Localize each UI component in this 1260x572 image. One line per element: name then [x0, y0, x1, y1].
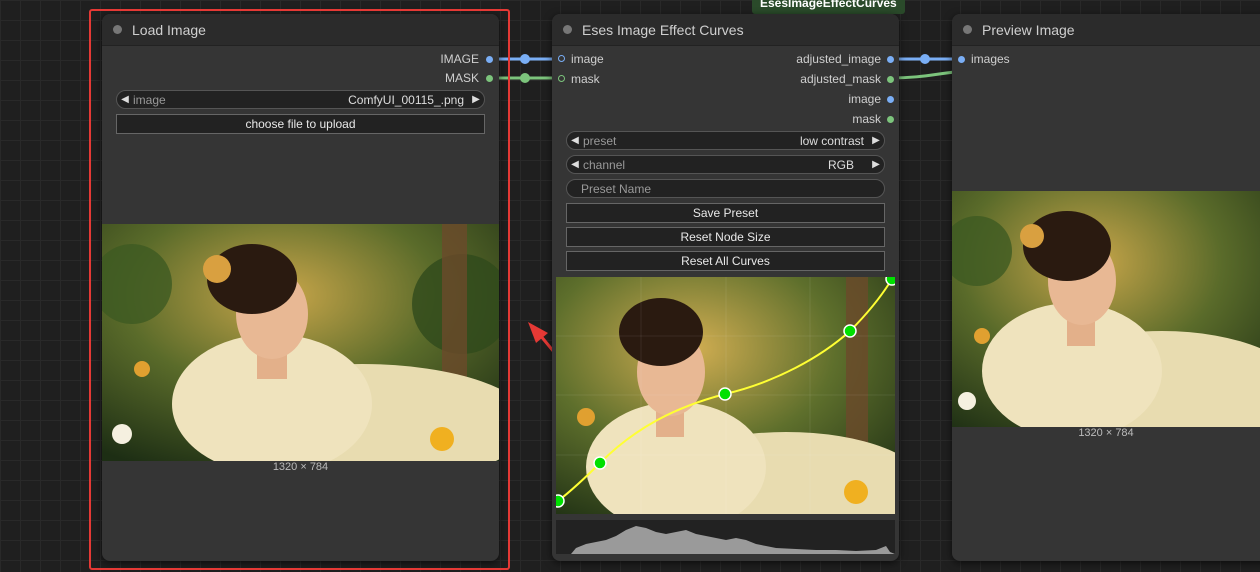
input-mask-label: mask [571, 72, 600, 86]
combo-left-arrow-icon[interactable]: ◀ [567, 159, 583, 170]
save-preset-button[interactable]: Save Preset [566, 203, 885, 223]
curve-point[interactable] [843, 324, 857, 338]
preview-image [952, 191, 1260, 427]
curve-point[interactable] [885, 277, 895, 286]
input-images-label: images [971, 52, 1010, 66]
channel-combo-widget[interactable]: ◀ channel RGB ▶ [566, 155, 885, 174]
preview-image-node[interactable]: Preview Image images 1320 × 784 [952, 14, 1260, 561]
output-image-socket[interactable] [887, 96, 894, 103]
output-adjusted-image-socket[interactable] [887, 56, 894, 63]
output-image-label: image [848, 92, 881, 106]
input-images-socket[interactable] [958, 56, 965, 63]
preview-link-midpoint[interactable] [920, 54, 930, 64]
group-label: EsesImageEffectCurves [752, 0, 905, 14]
output-adjusted-image-label: adjusted_image [796, 52, 881, 66]
histogram [556, 520, 895, 554]
curve-point[interactable] [593, 456, 607, 470]
preset-name-placeholder: Preset Name [581, 181, 652, 196]
input-image-socket[interactable] [558, 55, 565, 62]
collapse-dot-icon[interactable] [563, 25, 572, 34]
preset-combo-widget[interactable]: ◀ preset low contrast ▶ [566, 131, 885, 150]
node-title: Eses Image Effect Curves [582, 21, 744, 38]
reset-all-curves-button[interactable]: Reset All Curves [566, 251, 885, 271]
output-mask-socket[interactable] [887, 116, 894, 123]
combo-left-arrow-icon[interactable]: ◀ [567, 135, 583, 146]
widget-value: RGB [827, 157, 854, 172]
reset-node-size-button[interactable]: Reset Node Size [566, 227, 885, 247]
input-mask-socket[interactable] [558, 75, 565, 82]
input-image-label: image [571, 52, 604, 66]
preset-name-input[interactable]: Preset Name [566, 179, 885, 198]
curve-editor-canvas[interactable] [556, 277, 895, 514]
collapse-dot-icon[interactable] [963, 25, 972, 34]
combo-right-arrow-icon[interactable]: ▶ [868, 135, 884, 146]
selection-outline [89, 9, 510, 570]
output-adjusted-mask-socket[interactable] [887, 76, 894, 83]
curve-point[interactable] [556, 494, 565, 508]
image-link-midpoint[interactable] [520, 54, 530, 64]
image-dimensions: 1320 × 784 [1078, 427, 1134, 439]
mask-link-midpoint[interactable] [520, 73, 530, 83]
widget-label: channel [583, 157, 626, 172]
adjusted-mask-link[interactable] [889, 70, 956, 80]
output-mask-label: mask [852, 112, 881, 126]
widget-value: low contrast [799, 133, 864, 148]
node-title-bar[interactable]: Eses Image Effect Curves [552, 14, 899, 46]
widget-label: preset [583, 133, 617, 148]
curves-node[interactable]: Eses Image Effect Curves image mask adju… [552, 14, 899, 561]
node-title-bar[interactable]: Preview Image [952, 14, 1260, 46]
combo-right-arrow-icon[interactable]: ▶ [868, 159, 884, 170]
node-title: Preview Image [982, 21, 1075, 38]
output-adjusted-mask-label: adjusted_mask [800, 72, 881, 86]
curve-point[interactable] [718, 387, 732, 401]
